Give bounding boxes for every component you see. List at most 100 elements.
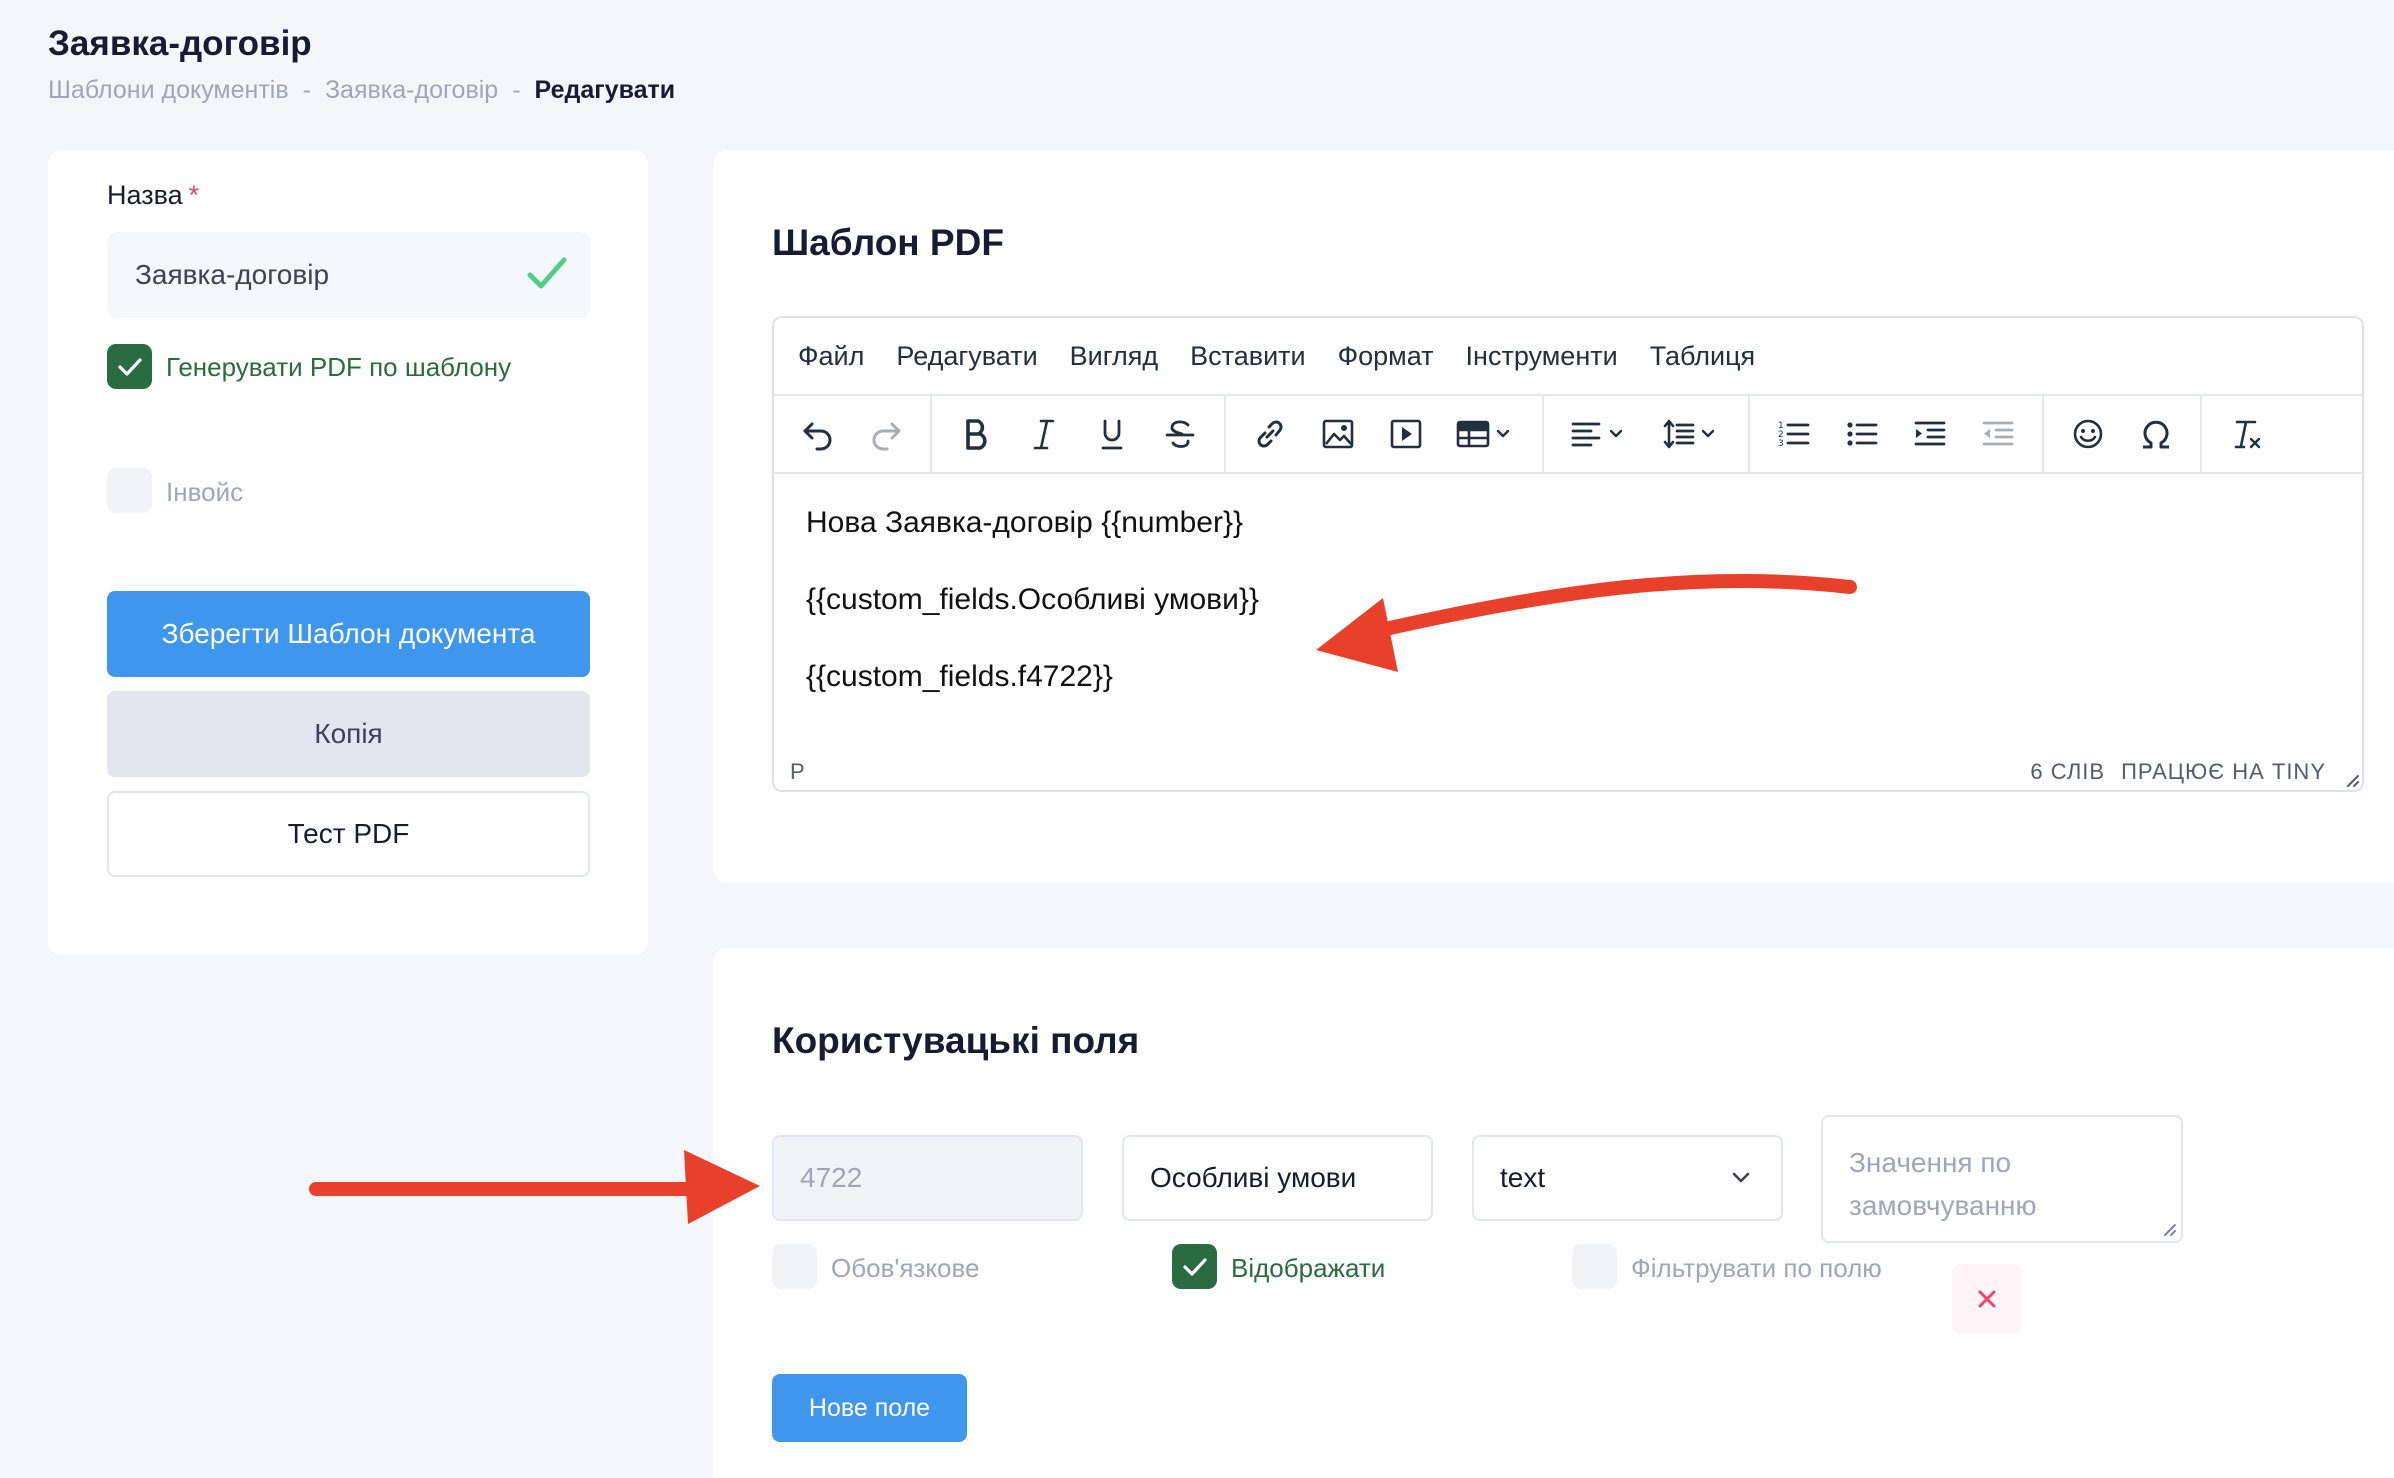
toolbar-group-insert [1226, 396, 1544, 472]
align-left-icon [1571, 422, 1623, 447]
menu-format[interactable]: Формат [1338, 341, 1434, 372]
editor-paragraph[interactable]: {{custom_fields.f4722}} [806, 662, 1259, 739]
editor-content[interactable]: Нова Заявка-договір {{number}} {{custom_… [806, 508, 1259, 739]
toolbar-group-text [932, 396, 1226, 472]
menu-edit[interactable]: Редагувати [896, 341, 1037, 372]
media-button[interactable] [1372, 404, 1440, 464]
required-mark: * [188, 180, 200, 210]
underline-icon [1101, 419, 1123, 450]
strikethrough-icon [1165, 420, 1195, 448]
resize-handle-icon[interactable] [2159, 1219, 2177, 1237]
bullet-list-icon [1847, 422, 1878, 446]
field-type-select[interactable]: text [1472, 1135, 1783, 1221]
breadcrumb-separator: - [302, 76, 311, 104]
field-name-input[interactable]: Особливі умови [1122, 1135, 1433, 1221]
strikethrough-button[interactable] [1146, 404, 1214, 464]
clear-formatting-button[interactable] [2212, 404, 2280, 464]
editor-statusbar: P 6 СЛІВ ПРАЦЮЄ НА TINY [774, 754, 2362, 790]
italic-icon [1033, 419, 1055, 450]
show-label[interactable]: Відображати [1231, 1253, 1385, 1284]
editor-toolbar: 123 [774, 396, 2362, 474]
element-path[interactable]: P [790, 759, 805, 785]
bold-button[interactable] [942, 404, 1010, 464]
rich-text-editor: Файл Редагувати Вигляд Вставити Формат І… [772, 316, 2364, 792]
breadcrumb-item-template[interactable]: Заявка-договір [325, 76, 498, 105]
editor-paragraph[interactable]: {{custom_fields.Особливі умови}} [806, 585, 1259, 662]
delete-field-button[interactable] [1952, 1264, 2022, 1334]
required-label[interactable]: Обов'язкове [831, 1253, 979, 1284]
line-height-icon [1663, 419, 1715, 449]
close-icon [1978, 1290, 1996, 1308]
menu-view[interactable]: Вигляд [1070, 341, 1158, 372]
menu-tools[interactable]: Інструменти [1466, 341, 1618, 372]
indent-icon [1914, 421, 1946, 446]
numbered-list-icon: 123 [1778, 421, 1810, 449]
editor-menubar: Файл Редагувати Вигляд Вставити Формат І… [774, 318, 2362, 396]
custom-fields-title: Користувацькі поля [772, 1020, 1140, 1061]
editor-paragraph[interactable]: Нова Заявка-договір {{number}} [806, 508, 1259, 585]
powered-by-link[interactable]: ПРАЦЮЄ НА TINY [2121, 759, 2326, 785]
copy-button[interactable]: Копія [107, 691, 590, 777]
name-label: Назва * [107, 180, 200, 210]
save-template-button[interactable]: Зберегти Шаблон документа [107, 591, 590, 677]
toolbar-group-align [1544, 396, 1750, 472]
generate-pdf-checkbox[interactable] [107, 344, 152, 389]
check-icon [1182, 1257, 1207, 1276]
test-pdf-button[interactable]: Тест PDF [107, 791, 590, 877]
line-height-button[interactable] [1646, 404, 1738, 464]
field-default-textarea[interactable]: Значення по замовчуванню [1821, 1115, 2183, 1243]
chevron-down-icon [1732, 1172, 1750, 1183]
new-field-button[interactable]: Нове поле [772, 1374, 967, 1442]
table-icon [1456, 420, 1510, 448]
valid-check-icon [526, 254, 568, 301]
check-icon [117, 357, 142, 376]
omega-icon [2143, 420, 2169, 449]
menu-file[interactable]: Файл [798, 341, 864, 372]
toolbar-group-clear [2202, 396, 2290, 472]
emoticons-button[interactable] [2054, 404, 2122, 464]
pdf-template-title: Шаблон PDF [772, 222, 1004, 263]
breadcrumb-separator: - [512, 76, 521, 104]
resize-handle-icon[interactable] [2340, 768, 2360, 788]
outdent-button[interactable] [1964, 404, 2032, 464]
redo-icon [872, 422, 901, 451]
breadcrumb: Шаблони документів - Заявка-договір - Ре… [48, 76, 675, 105]
table-button[interactable] [1440, 404, 1532, 464]
invoice-label[interactable]: Інвойс [166, 477, 243, 508]
emoji-icon [2073, 419, 2103, 449]
toolbar-group-history [774, 396, 932, 472]
breadcrumb-item-templates[interactable]: Шаблони документів [48, 76, 289, 105]
filter-checkbox[interactable] [1572, 1244, 1617, 1289]
generate-pdf-label[interactable]: Генерувати PDF по шаблону [166, 352, 511, 383]
outdent-icon [1982, 421, 2014, 446]
bullet-list-button[interactable] [1828, 404, 1896, 464]
special-char-button[interactable] [2122, 404, 2190, 464]
menu-insert[interactable]: Вставити [1190, 341, 1305, 372]
italic-button[interactable] [1010, 404, 1078, 464]
field-default-placeholder: Значення по замовчуванню [1849, 1147, 2037, 1221]
numbered-list-button[interactable]: 123 [1760, 404, 1828, 464]
toolbar-group-chars [2044, 396, 2202, 472]
link-button[interactable] [1236, 404, 1304, 464]
invoice-checkbox[interactable] [107, 468, 152, 513]
underline-button[interactable] [1078, 404, 1146, 464]
toolbar-group-lists: 123 [1750, 396, 2044, 472]
align-button[interactable] [1554, 404, 1646, 464]
redo-button[interactable] [852, 404, 920, 464]
undo-icon [803, 422, 832, 451]
image-button[interactable] [1304, 404, 1372, 464]
required-checkbox[interactable] [772, 1244, 817, 1289]
indent-button[interactable] [1896, 404, 1964, 464]
filter-label[interactable]: Фільтрувати по полю [1631, 1253, 1882, 1284]
word-count[interactable]: 6 СЛІВ [2030, 759, 2105, 785]
media-icon [1390, 419, 1422, 449]
page-title: Заявка-договір [48, 24, 312, 63]
undo-button[interactable] [784, 404, 852, 464]
show-checkbox[interactable] [1172, 1244, 1217, 1289]
bold-icon [966, 419, 987, 450]
image-icon [1322, 419, 1354, 449]
field-id-input: 4722 [772, 1135, 1083, 1221]
menu-table[interactable]: Таблиця [1650, 341, 1755, 372]
breadcrumb-item-edit: Редагувати [534, 76, 676, 104]
name-input[interactable]: Заявка-договір [107, 232, 590, 318]
